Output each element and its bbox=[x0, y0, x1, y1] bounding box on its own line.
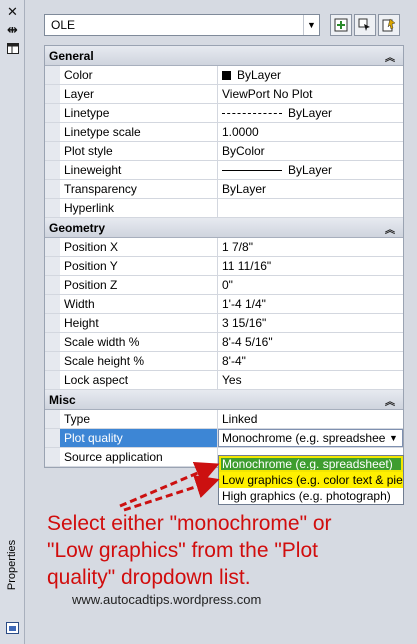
property-label: Lineweight bbox=[60, 161, 218, 179]
property-value: ByLayer bbox=[237, 68, 282, 82]
property-row-linetype[interactable]: Linetype ByLayer bbox=[45, 104, 403, 123]
quick-select-button[interactable] bbox=[378, 14, 400, 36]
property-row-height[interactable]: Height 3 15/16" bbox=[45, 314, 403, 333]
property-label: Linetype bbox=[60, 104, 218, 122]
property-label: Height bbox=[60, 314, 218, 332]
property-value[interactable]: ViewPort No Plot bbox=[218, 85, 403, 103]
property-value[interactable]: 11 11/16" bbox=[218, 257, 403, 275]
property-label: Linetype scale bbox=[60, 123, 218, 141]
property-value[interactable]: 1'-4 1/4" bbox=[218, 295, 403, 313]
chevron-down-icon[interactable]: ▼ bbox=[303, 15, 319, 35]
toggle-pickadd-button[interactable] bbox=[330, 14, 352, 36]
property-value[interactable]: 3 15/16" bbox=[218, 314, 403, 332]
website-credit: www.autocadtips.wordpress.com bbox=[72, 592, 262, 607]
chevron-down-icon[interactable]: ▼ bbox=[387, 431, 400, 445]
collapse-icon[interactable]: ︽ bbox=[385, 221, 395, 236]
property-row-position-y[interactable]: Position Y 11 11/16" bbox=[45, 257, 403, 276]
property-row-linetype-scale[interactable]: Linetype scale 1.0000 bbox=[45, 123, 403, 142]
close-icon[interactable]: ✕ bbox=[4, 4, 21, 20]
property-grid: General ︽ Color ByLayer Layer ViewPort No … bbox=[44, 45, 404, 468]
property-row-scale-height[interactable]: Scale height % 8'-4" bbox=[45, 352, 403, 371]
property-label: Scale height % bbox=[60, 352, 218, 370]
palette-icon[interactable] bbox=[6, 622, 19, 634]
plot-quality-options-list[interactable]: Monochrome (e.g. spreadsheet) Low graphi… bbox=[218, 455, 404, 505]
property-label: Width bbox=[60, 295, 218, 313]
color-swatch bbox=[222, 71, 231, 80]
property-row-lineweight[interactable]: Lineweight ByLayer bbox=[45, 161, 403, 180]
object-toolbar: OLE ▼ bbox=[44, 14, 404, 38]
select-objects-icon bbox=[358, 18, 370, 31]
section-title: Misc bbox=[49, 393, 76, 407]
annotation-line: quality" dropdown list. bbox=[47, 566, 251, 589]
property-row-hyperlink[interactable]: Hyperlink bbox=[45, 199, 403, 218]
plot-quality-value: Monochrome (e.g. spreadshee bbox=[222, 431, 386, 445]
section-general[interactable]: General ︽ bbox=[45, 46, 403, 66]
lineweight-sample bbox=[222, 170, 282, 171]
section-title: Geometry bbox=[49, 221, 106, 235]
option-low-graphics[interactable]: Low graphics (e.g. color text & pie bbox=[219, 472, 403, 488]
property-value[interactable]: 8'-4" bbox=[218, 352, 403, 370]
property-label: Scale width % bbox=[60, 333, 218, 351]
property-row-width[interactable]: Width 1'-4 1/4" bbox=[45, 295, 403, 314]
property-label: Position Y bbox=[60, 257, 218, 275]
auto-hide-icon[interactable]: ⇹ bbox=[4, 22, 21, 38]
property-row-position-z[interactable]: Position Z 0" bbox=[45, 276, 403, 295]
property-value: ByLayer bbox=[288, 106, 333, 120]
option-monochrome[interactable]: Monochrome (e.g. spreadsheet) bbox=[219, 456, 403, 472]
property-value[interactable]: Linked bbox=[218, 410, 403, 428]
property-label: Color bbox=[60, 66, 218, 84]
property-row-plot-style[interactable]: Plot style ByColor bbox=[45, 142, 403, 161]
property-value[interactable]: Yes bbox=[218, 371, 403, 389]
section-misc[interactable]: Misc ︽ bbox=[45, 390, 403, 410]
property-label: Plot quality bbox=[60, 429, 218, 447]
property-row-transparency[interactable]: Transparency ByLayer bbox=[45, 180, 403, 199]
property-value[interactable]: 0" bbox=[218, 276, 403, 294]
property-value: ByLayer bbox=[288, 163, 333, 177]
select-objects-button[interactable] bbox=[354, 14, 376, 36]
property-label: Transparency bbox=[60, 180, 218, 198]
property-row-plot-quality[interactable]: Plot quality Monochrome (e.g. spreadshee… bbox=[45, 429, 403, 448]
property-row-position-x[interactable]: Position X1 7/8" bbox=[45, 238, 403, 257]
palette-title: Properties bbox=[0, 520, 25, 610]
plot-quality-dropdown[interactable]: Monochrome (e.g. spreadshee ▼ bbox=[218, 429, 403, 447]
property-label: Plot style bbox=[60, 142, 218, 160]
property-value[interactable]: 1 7/8" bbox=[218, 238, 403, 256]
palette-title-text: Properties bbox=[6, 539, 19, 591]
property-value[interactable]: ByColor bbox=[218, 142, 403, 160]
property-row-scale-width[interactable]: Scale width % 8'-4 5/16" bbox=[45, 333, 403, 352]
annotation-text: Select either "monochrome" or "Low graph… bbox=[47, 510, 402, 591]
property-label: Hyperlink bbox=[60, 199, 218, 217]
option-high-graphics[interactable]: High graphics (e.g. photograph) bbox=[219, 488, 403, 504]
property-row-color[interactable]: Color ByLayer bbox=[45, 66, 403, 85]
property-row-type[interactable]: Type Linked bbox=[45, 410, 403, 429]
section-geometry[interactable]: Geometry ︽ bbox=[45, 218, 403, 238]
annotation-line: "Low graphics" from the "Plot bbox=[47, 539, 318, 562]
property-label: Position X bbox=[60, 238, 218, 256]
property-value[interactable]: ByLayer bbox=[218, 180, 403, 198]
collapse-icon[interactable]: ︽ bbox=[385, 49, 395, 64]
palette-title-bar: ✕ ⇹ Properties bbox=[0, 0, 25, 644]
linetype-sample bbox=[222, 113, 282, 114]
property-value[interactable]: 8'-4 5/16" bbox=[218, 333, 403, 351]
object-type-value: OLE bbox=[51, 18, 76, 32]
property-value[interactable] bbox=[218, 199, 403, 217]
object-type-select[interactable]: OLE ▼ bbox=[44, 14, 320, 36]
section-title: General bbox=[49, 49, 94, 63]
property-label: Layer bbox=[60, 85, 218, 103]
annotation-line: Select either "monochrome" or bbox=[47, 512, 332, 535]
property-label: Lock aspect bbox=[60, 371, 218, 389]
property-label: Source application bbox=[60, 448, 218, 466]
pickadd-icon bbox=[334, 18, 348, 32]
quick-select-icon bbox=[382, 18, 396, 32]
property-value[interactable]: 1.0000 bbox=[218, 123, 403, 141]
property-row-lock-aspect[interactable]: Lock aspect Yes bbox=[45, 371, 403, 390]
properties-menu-icon[interactable] bbox=[4, 40, 21, 56]
property-row-layer[interactable]: Layer ViewPort No Plot bbox=[45, 85, 403, 104]
property-label: Position Z bbox=[60, 276, 218, 294]
property-label: Type bbox=[60, 410, 218, 428]
collapse-icon[interactable]: ︽ bbox=[385, 393, 395, 408]
